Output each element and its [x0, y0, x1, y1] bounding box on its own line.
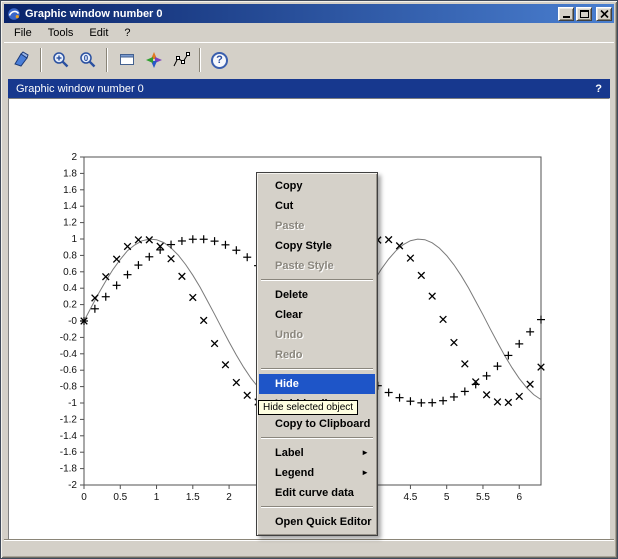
minimize-button[interactable] — [558, 7, 574, 21]
menu-file[interactable]: File — [6, 25, 40, 41]
svg-text:-0.6: -0.6 — [60, 365, 78, 376]
menu-separator — [261, 279, 373, 281]
toolbar: 0 — [4, 42, 614, 77]
svg-text:1: 1 — [154, 492, 160, 503]
window-title: Graphic window number 0 — [25, 8, 554, 20]
svg-text:1.2: 1.2 — [63, 218, 77, 229]
menu-item-label[interactable]: Label► — [259, 443, 375, 463]
svg-text:0.2: 0.2 — [63, 300, 77, 311]
svg-text:1.8: 1.8 — [63, 168, 77, 179]
context-menu: Copy Cut Paste Copy Style Paste Style De… — [256, 172, 378, 536]
figure-window-button[interactable] — [113, 47, 140, 74]
menu-tools[interactable]: Tools — [40, 25, 82, 41]
submenu-arrow-icon: ► — [361, 443, 369, 463]
menu-separator — [261, 437, 373, 439]
svg-text:1.5: 1.5 — [186, 492, 200, 503]
svg-text:-1.6: -1.6 — [60, 447, 78, 458]
help-icon: ? — [211, 52, 228, 69]
status-bar — [4, 539, 614, 555]
svg-text:-0.8: -0.8 — [60, 382, 78, 393]
close-icon — [600, 10, 609, 18]
figure-header-title: Graphic window number 0 — [16, 83, 595, 95]
submenu-arrow-icon: ► — [361, 463, 369, 483]
edit-graph-button[interactable] — [167, 47, 194, 74]
title-bar[interactable]: Graphic window number 0 — [4, 4, 614, 23]
maximize-button[interactable] — [576, 7, 592, 21]
menu-help[interactable]: ? — [116, 25, 138, 41]
menu-separator — [261, 506, 373, 508]
zoom-in-button[interactable] — [47, 47, 74, 74]
menu-bar: File Tools Edit ? — [4, 23, 614, 42]
svg-text:-1.8: -1.8 — [60, 464, 78, 475]
menu-item-paste: Paste — [259, 216, 375, 236]
minimize-icon — [563, 16, 570, 18]
svg-text:-0.4: -0.4 — [60, 349, 78, 360]
tooltip: Hide selected object — [258, 400, 358, 415]
menu-item-open-quick-editor[interactable]: Open Quick Editor — [259, 512, 375, 532]
menu-item-legend[interactable]: Legend► — [259, 463, 375, 483]
menu-item-copy-to-clipboard[interactable]: Copy to Clipboard — [259, 414, 375, 434]
menu-edit[interactable]: Edit — [81, 25, 116, 41]
svg-text:0.5: 0.5 — [113, 492, 127, 503]
menu-item-paste-style: Paste Style — [259, 256, 375, 276]
menu-item-copy[interactable]: Copy — [259, 176, 375, 196]
svg-text:1.6: 1.6 — [63, 185, 77, 196]
menu-item-delete[interactable]: Delete — [259, 285, 375, 305]
svg-text:2: 2 — [226, 492, 232, 503]
svg-text:0: 0 — [81, 492, 87, 503]
svg-text:4.5: 4.5 — [403, 492, 417, 503]
edit-graph-icon — [171, 50, 191, 70]
menu-separator — [261, 368, 373, 370]
svg-text:0.8: 0.8 — [63, 250, 77, 261]
svg-text:-0: -0 — [68, 316, 77, 327]
svg-text:5: 5 — [444, 492, 450, 503]
close-button[interactable] — [596, 7, 612, 21]
print-button[interactable] — [8, 47, 35, 74]
zoom-in-icon — [51, 50, 71, 70]
svg-text:0: 0 — [83, 54, 88, 63]
menu-item-clear[interactable]: Clear — [259, 305, 375, 325]
svg-text:5.5: 5.5 — [476, 492, 490, 503]
svg-text:-2: -2 — [68, 480, 77, 491]
maximize-icon — [580, 10, 589, 18]
svg-text:-0.2: -0.2 — [60, 332, 78, 343]
svg-text:-1.2: -1.2 — [60, 414, 78, 425]
figure-window-icon — [117, 50, 137, 70]
menu-item-copy-style[interactable]: Copy Style — [259, 236, 375, 256]
help-button[interactable]: ? — [206, 47, 233, 74]
menu-item-hide[interactable]: Hide — [259, 374, 375, 394]
menu-item-redo: Redo — [259, 345, 375, 365]
figure-help-icon[interactable]: ? — [595, 83, 602, 95]
app-icon — [7, 7, 21, 21]
svg-text:0.4: 0.4 — [63, 283, 77, 294]
svg-text:0.6: 0.6 — [63, 267, 77, 278]
figure-header: Graphic window number 0 ? — [8, 79, 610, 98]
rotate-3d-button[interactable] — [140, 47, 167, 74]
toolbar-separator — [106, 48, 108, 72]
app-window: Graphic window number 0 File Tools Edit … — [0, 0, 618, 559]
toolbar-separator — [199, 48, 201, 72]
svg-text:6: 6 — [516, 492, 522, 503]
zoom-reset-icon: 0 — [78, 50, 98, 70]
svg-text:-1: -1 — [68, 398, 77, 409]
zoom-reset-button[interactable]: 0 — [74, 47, 101, 74]
rotate-3d-icon — [144, 50, 164, 70]
toolbar-separator — [40, 48, 42, 72]
svg-text:-1.4: -1.4 — [60, 431, 78, 442]
svg-text:2: 2 — [71, 152, 77, 163]
menu-item-undo: Undo — [259, 325, 375, 345]
menu-item-cut[interactable]: Cut — [259, 196, 375, 216]
svg-text:1.4: 1.4 — [63, 201, 77, 212]
menu-item-edit-curve-data[interactable]: Edit curve data — [259, 483, 375, 503]
print-icon — [12, 50, 32, 70]
svg-text:1: 1 — [71, 234, 77, 245]
